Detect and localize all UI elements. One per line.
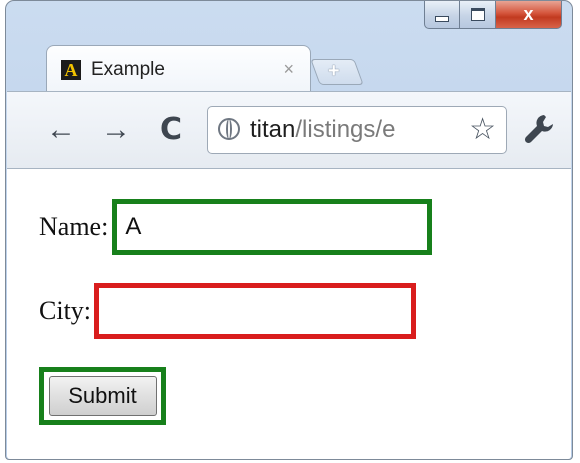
maximize-button[interactable]	[460, 1, 496, 29]
city-label: City:	[39, 296, 92, 325]
globe-icon	[218, 118, 240, 140]
name-input-value: A	[125, 213, 142, 240]
address-bar[interactable]: titan/listings/e ☆	[207, 106, 507, 154]
plus-icon: +	[327, 60, 340, 82]
new-tab-button[interactable]: +	[310, 59, 364, 85]
submit-button[interactable]: Submit	[48, 376, 157, 416]
browser-toolbar: ← → C titan/listings/e ☆	[7, 91, 571, 169]
name-row: Name: A	[39, 199, 433, 255]
tab-close-icon[interactable]: ×	[283, 59, 294, 80]
wrench-icon[interactable]	[522, 112, 556, 154]
page-content: Name: A City: Submit	[7, 169, 571, 459]
close-icon: x	[523, 4, 534, 24]
browser-window: x A Example × + ← → C titan/listings/e ☆	[5, 0, 573, 460]
url-text: titan/listings/e	[250, 116, 458, 144]
reload-button[interactable]: C	[155, 114, 187, 146]
city-input[interactable]	[94, 283, 417, 339]
site-logo-icon: A	[61, 60, 81, 80]
tab-example[interactable]: A Example ×	[46, 45, 311, 92]
minimize-icon	[435, 15, 449, 22]
minimize-button[interactable]	[424, 1, 460, 29]
name-label: Name:	[39, 212, 109, 241]
close-window-button[interactable]: x	[496, 1, 562, 29]
name-input[interactable]: A	[112, 199, 433, 255]
reload-icon: C	[159, 112, 183, 147]
submit-outline: Submit	[39, 367, 166, 425]
tab-title: Example	[91, 59, 165, 80]
forward-button[interactable]: →	[100, 114, 132, 146]
url-path: /listings/e	[295, 116, 396, 143]
back-arrow-icon: ←	[46, 113, 76, 146]
bookmark-star-icon[interactable]: ☆	[469, 112, 496, 147]
back-button[interactable]: ←	[45, 114, 77, 146]
window-controls: x	[424, 1, 562, 31]
url-host: titan	[250, 116, 296, 143]
maximize-icon	[470, 8, 485, 21]
wrench-icon-svg	[524, 115, 553, 144]
city-row: City:	[39, 283, 417, 339]
forward-arrow-icon: →	[101, 113, 131, 146]
